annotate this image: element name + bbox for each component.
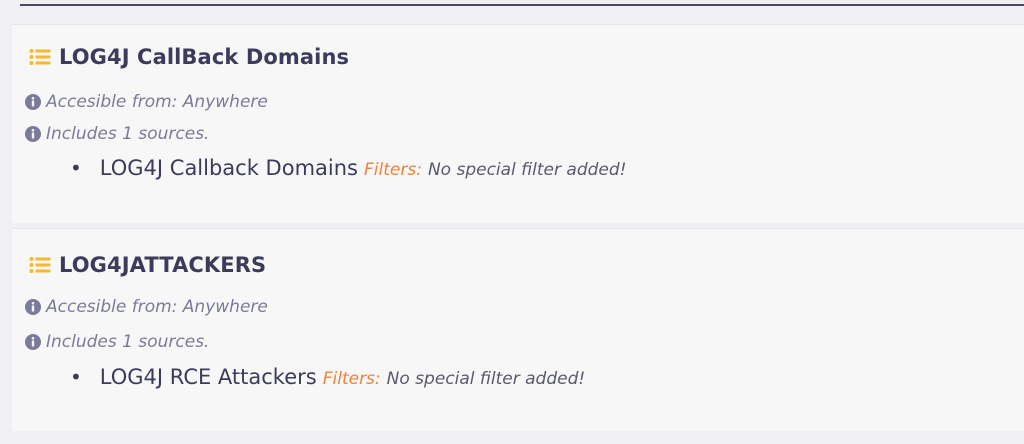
info-icon <box>25 334 41 350</box>
filters-value: No special filter added! <box>427 160 627 180</box>
feed-title[interactable]: LOG4J CallBack Domains <box>29 45 349 69</box>
filters-value: No special filter added! <box>386 369 586 389</box>
feed-card: LOG4J CallBack Domains Accesible from: A… <box>12 24 1024 223</box>
source-name: LOG4J RCE Attackers <box>99 365 317 389</box>
includes-text: Includes 1 sources. <box>46 332 210 352</box>
source-name: LOG4J Callback Domains <box>99 156 358 180</box>
feed-card: LOG4JATTACKERS Accesible from: Anywhere … <box>12 228 1024 431</box>
list-icon <box>29 49 51 65</box>
feed-title-text: LOG4J CallBack Domains <box>59 45 350 69</box>
source-item: • LOG4J Callback Domains Filters: No spe… <box>70 156 626 180</box>
accessible-info: Accesible from: Anywhere <box>25 92 268 112</box>
feed-title[interactable]: LOG4JATTACKERS <box>29 253 266 277</box>
accessible-text: Accesible from: Anywhere <box>46 92 268 112</box>
filters-label: Filters: <box>364 160 422 180</box>
info-icon <box>25 126 41 142</box>
includes-info: Includes 1 sources. <box>25 332 209 352</box>
list-icon <box>29 257 51 273</box>
feed-list-page: LOG4J CallBack Domains Accesible from: A… <box>0 0 1024 444</box>
accessible-info: Accesible from: Anywhere <box>25 297 268 317</box>
filters-label: Filters: <box>322 369 381 389</box>
includes-text: Includes 1 sources. <box>46 124 210 144</box>
bullet: • <box>70 365 82 389</box>
info-icon <box>25 299 41 315</box>
bullet: • <box>70 156 82 180</box>
accessible-text: Accesible from: Anywhere <box>46 297 268 317</box>
includes-info: Includes 1 sources. <box>25 124 209 144</box>
source-item: • LOG4J RCE Attackers Filters: No specia… <box>70 365 585 389</box>
divider <box>20 4 1024 6</box>
info-icon <box>25 94 41 110</box>
feed-title-text: LOG4JATTACKERS <box>59 253 267 277</box>
